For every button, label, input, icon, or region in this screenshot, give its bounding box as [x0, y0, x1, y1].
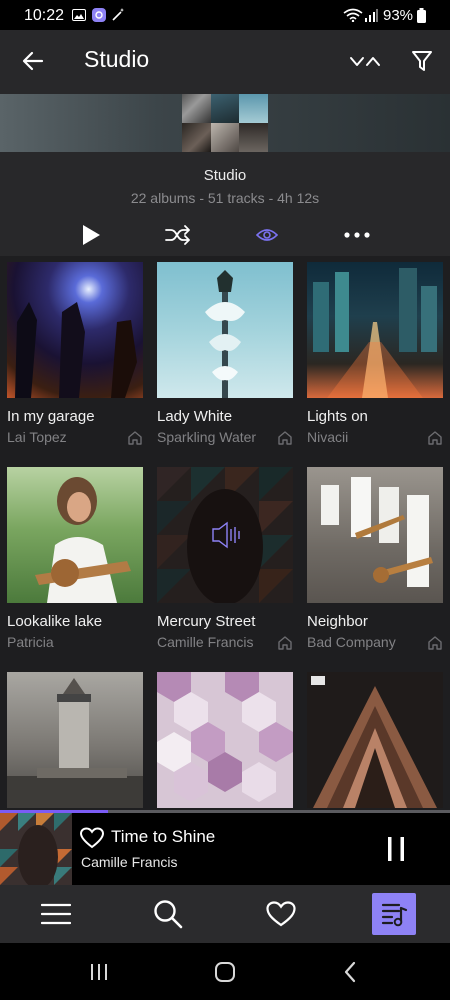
album-card[interactable]: Lights on Nivacii [307, 262, 443, 445]
home-icon[interactable] [127, 430, 143, 446]
album-title: Lookalike lake [7, 613, 103, 630]
shuffle-button[interactable] [161, 220, 195, 250]
album-title: In my garage [7, 408, 95, 425]
nav-menu[interactable] [34, 893, 78, 935]
more-options-button[interactable] [340, 220, 374, 250]
playlist-name: Studio [203, 167, 247, 184]
album-artist: Patricia [7, 634, 54, 650]
album-title: Neighbor [307, 613, 368, 630]
album-card[interactable]: Mercury Street Camille Francis [157, 467, 293, 650]
playlist-music-icon [381, 903, 408, 927]
battery-icon [417, 8, 426, 23]
home-button-icon[interactable] [214, 961, 236, 983]
mini-player[interactable]: Time to Shine Camille Francis [0, 813, 450, 885]
bottom-navigation [0, 885, 450, 943]
album-artist: Nivacii [307, 429, 349, 445]
status-bar: 10:22 93% [0, 0, 450, 30]
album-cover [157, 262, 293, 398]
pause-icon[interactable] [386, 836, 406, 862]
album-cover [7, 672, 143, 808]
header-banner [0, 94, 450, 152]
album-artist: Sparkling Water [157, 429, 257, 445]
home-icon[interactable] [277, 635, 293, 651]
sort-toggle-icon[interactable] [349, 54, 381, 68]
album-cover [157, 467, 293, 603]
more-dots-icon [344, 232, 370, 238]
wifi-icon [343, 8, 363, 22]
heart-icon [266, 901, 296, 927]
status-time: 10:22 [24, 7, 65, 24]
album-cover [7, 262, 143, 398]
album-title: Lady White [157, 408, 233, 425]
now-playing-title: Time to Shine [111, 827, 216, 846]
search-icon [154, 900, 183, 929]
album-artist: Camille Francis [157, 634, 254, 650]
app-bar: Studio [0, 30, 450, 94]
playlist-stats: 22 albums - 51 tracks - 4h 12s [130, 190, 320, 206]
album-card[interactable] [7, 672, 143, 808]
album-card[interactable]: Lookalike lake Patricia [7, 467, 143, 650]
nav-playlists[interactable] [372, 893, 416, 935]
filter-icon[interactable] [411, 49, 433, 73]
play-icon [83, 225, 100, 245]
album-cover [307, 672, 443, 808]
back-nav-icon[interactable] [343, 961, 357, 983]
recent-apps-icon[interactable] [89, 962, 109, 982]
now-playing-artist: Camille Francis [81, 854, 178, 870]
play-button[interactable] [74, 220, 108, 250]
album-cover [7, 467, 143, 603]
album-title: Mercury Street [157, 613, 256, 630]
album-card[interactable]: Lady White Sparkling Water [157, 262, 293, 445]
album-card[interactable]: In my garage Lai Topez [7, 262, 143, 445]
album-cover [157, 672, 293, 808]
playlist-header: Studio 22 albums - 51 tracks - 4h 12s [0, 152, 450, 256]
back-arrow-icon[interactable] [22, 51, 44, 71]
home-icon[interactable] [277, 430, 293, 446]
playlist-mosaic [182, 94, 268, 152]
album-card[interactable]: Neighbor Bad Company [307, 467, 443, 650]
menu-icon [41, 903, 71, 925]
album-cover [307, 262, 443, 398]
eye-icon [256, 229, 278, 241]
nav-favorites[interactable] [259, 893, 303, 935]
album-card[interactable] [157, 672, 293, 808]
album-grid: In my garage Lai Topez Lady White Sparkl… [0, 256, 450, 810]
album-cover [307, 467, 443, 603]
nav-search[interactable] [146, 893, 190, 935]
album-card[interactable] [307, 672, 443, 808]
heart-icon[interactable] [80, 827, 104, 849]
home-icon[interactable] [427, 635, 443, 651]
image-notification-icon [72, 9, 86, 21]
app-notification-icon [92, 8, 106, 22]
system-navigation [0, 943, 450, 1000]
album-title: Lights on [307, 408, 368, 425]
magic-wand-icon [112, 8, 124, 21]
now-playing-cover [0, 813, 72, 885]
home-icon[interactable] [427, 430, 443, 446]
shuffle-icon [165, 225, 190, 245]
view-button[interactable] [250, 220, 284, 250]
battery-text: 93% [383, 7, 414, 24]
album-artist: Bad Company [307, 634, 396, 650]
page-title: Studio [84, 46, 150, 72]
signal-icon [365, 9, 378, 22]
album-artist: Lai Topez [7, 429, 67, 445]
